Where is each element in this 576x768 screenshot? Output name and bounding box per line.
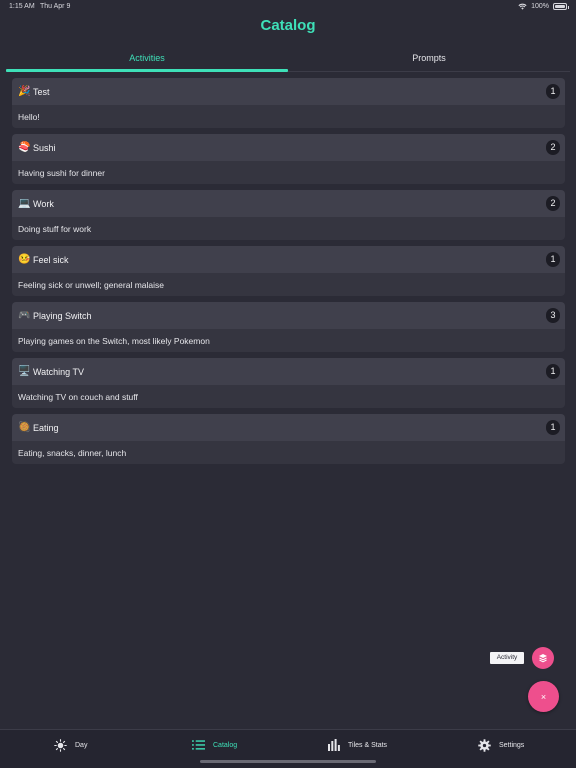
activity-header: 🎮 Playing Switch 3 <box>12 302 565 329</box>
nav-catalog-label: Catalog <box>213 741 238 749</box>
activity-card[interactable]: 🍣 Sushi 2 Having sushi for dinner <box>12 134 565 184</box>
activity-emoji-icon: 🍣 <box>18 142 31 153</box>
activity-description: Hello! <box>12 105 565 128</box>
activity-header: 💻 Work 2 <box>12 190 565 217</box>
screen: 1:15 AM Thu Apr 9 100% Catalog Activitie… <box>0 0 576 768</box>
activity-card[interactable]: 🎮 Playing Switch 3 Playing games on the … <box>12 302 565 352</box>
activity-header: 🤒 Feel sick 1 <box>12 246 565 273</box>
activity-count-badge: 1 <box>546 84 560 99</box>
activity-header: 🖥️ Watching TV 1 <box>12 358 565 385</box>
nav-catalog[interactable]: Catalog <box>192 738 237 752</box>
activity-count-badge: 1 <box>546 420 560 435</box>
activity-name: Eating <box>33 422 59 433</box>
activity-count-badge: 3 <box>546 308 560 323</box>
status-right: 100% <box>518 3 569 10</box>
status-date: Thu Apr 9 <box>40 3 71 10</box>
activity-emoji-icon: 🖥️ <box>18 366 31 377</box>
activity-card[interactable]: 🥘 Eating 1 Eating, snacks, dinner, lunch <box>12 414 565 464</box>
gear-icon <box>478 738 491 752</box>
activity-count-badge: 2 <box>546 196 560 211</box>
activity-card[interactable]: 🎉 Test 1 Hello! <box>12 78 565 128</box>
tab-prompts[interactable]: Prompts <box>288 50 570 71</box>
add-activity-button[interactable] <box>532 647 554 669</box>
nav-tiles-stats-label: Tiles & Stats <box>348 741 388 749</box>
activity-header: 🥘 Eating 1 <box>12 414 565 441</box>
activity-emoji-icon: 🎉 <box>18 86 31 97</box>
battery-icon <box>553 3 569 10</box>
bar-chart-icon <box>328 739 340 751</box>
activity-name: Feel sick <box>33 254 69 265</box>
nav-tiles-stats[interactable]: Tiles & Stats <box>328 738 387 752</box>
layers-icon <box>539 654 547 663</box>
activity-emoji-icon: 🥘 <box>18 422 31 433</box>
activity-count-badge: 1 <box>546 252 560 267</box>
activity-emoji-icon: 🤒 <box>18 254 31 265</box>
activity-emoji-icon: 🎮 <box>18 310 31 321</box>
sun-icon <box>54 738 67 752</box>
activity-emoji-icon: 💻 <box>18 198 31 209</box>
activity-card[interactable]: 💻 Work 2 Doing stuff for work <box>12 190 565 240</box>
home-indicator <box>200 760 376 763</box>
activity-name: Sushi <box>33 142 56 153</box>
activity-card[interactable]: 🖥️ Watching TV 1 Watching TV on couch an… <box>12 358 565 408</box>
wifi-icon <box>518 3 527 10</box>
activity-name: Work <box>33 198 54 209</box>
fab-close-button[interactable]: × <box>528 681 559 712</box>
activity-description: Doing stuff for work <box>12 217 565 240</box>
nav-day-label: Day <box>75 741 88 749</box>
activity-list: 🎉 Test 1 Hello! 🍣 Sushi 2 Having sushi f… <box>12 78 565 470</box>
activity-description: Playing games on the Switch, most likely… <box>12 329 565 352</box>
nav-settings[interactable]: Settings <box>478 738 524 752</box>
activity-description: Having sushi for dinner <box>12 161 565 184</box>
activity-card[interactable]: 🤒 Feel sick 1 Feeling sick or unwell; ge… <box>12 246 565 296</box>
activity-description: Feeling sick or unwell; general malaise <box>12 273 565 296</box>
activity-header: 🍣 Sushi 2 <box>12 134 565 161</box>
battery-percent: 100% <box>531 3 549 10</box>
activity-header: 🎉 Test 1 <box>12 78 565 105</box>
activity-count-badge: 1 <box>546 364 560 379</box>
activity-name: Playing Switch <box>33 310 92 321</box>
nav-settings-label: Settings <box>499 741 525 749</box>
nav-day[interactable]: Day <box>54 738 87 752</box>
activity-name: Test <box>33 86 50 97</box>
page-title: Catalog <box>260 17 316 34</box>
status-bar: 1:15 AM Thu Apr 9 100% <box>0 0 576 14</box>
activity-description: Eating, snacks, dinner, lunch <box>12 441 565 464</box>
activity-description: Watching TV on couch and stuff <box>12 385 565 408</box>
status-time: 1:15 AM <box>9 3 35 10</box>
active-tab-indicator <box>6 69 288 72</box>
activity-name: Watching TV <box>33 366 85 377</box>
tab-activities[interactable]: Activities <box>6 50 288 71</box>
close-icon: × <box>540 691 547 702</box>
activity-count-badge: 2 <box>546 140 560 155</box>
list-icon <box>192 740 205 750</box>
fab-tooltip: Activity <box>490 652 524 664</box>
